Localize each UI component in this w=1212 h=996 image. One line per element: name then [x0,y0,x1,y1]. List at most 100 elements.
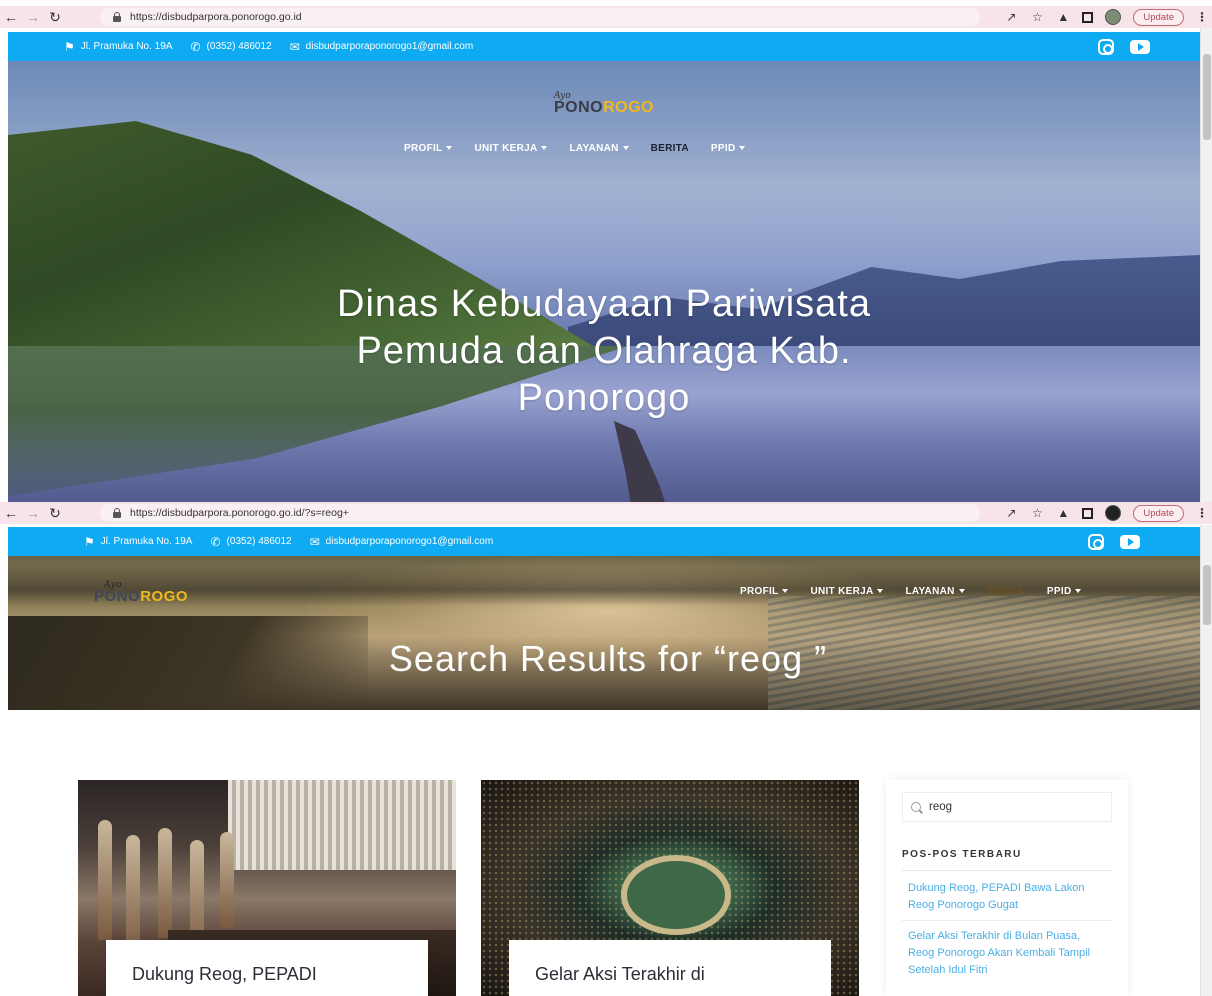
nav-ppid-label: PPID [1046,586,1072,597]
recent-post-link[interactable]: Dukung Reog, PEPADI Bawa Lakon Reog Pono… [908,880,1094,914]
address-bar[interactable]: https://disbudparpora.ponorogo.go.id [100,8,980,26]
nav-unit-kerja[interactable]: UNIT KERJA [810,586,884,597]
hero-title-line3: Ponorogo [517,377,691,419]
logo-wordmark: PONOROGO [548,99,660,117]
phone-item: ✆ (0352) 486012 [190,40,271,54]
puppet-decoration [220,832,234,928]
lock-icon [112,12,122,22]
hero-home: Ayo PONOROGO PROFIL UNIT KERJA LAYANAN B… [8,61,1200,504]
search-input[interactable] [929,801,1099,813]
instagram-icon[interactable] [1098,38,1114,55]
instagram-icon[interactable] [1088,533,1104,550]
phone-icon: ✆ [190,39,201,54]
logo-part1: PONO [553,99,604,116]
caret-down-icon [446,146,453,151]
address-item: ⚑ Jl. Pramuka No. 19A [64,40,172,54]
url-text: https://disbudparpora.ponorogo.go.id [130,11,302,23]
nav-ppid[interactable]: PPID [1047,586,1082,597]
post-card[interactable]: Gelar Aksi Terakhir di [481,780,859,996]
forward-icon[interactable]: → [22,6,44,28]
url-text: https://disbudparpora.ponorogo.go.id/?s=… [130,507,349,519]
nav-unit-kerja-label: UNIT KERJA [810,586,874,597]
logo-part2: ROGO [140,588,189,605]
social-links [1098,38,1150,55]
profile-avatar-icon[interactable] [1105,9,1122,25]
address-bar[interactable]: https://disbudparpora.ponorogo.go.id/?s=… [100,504,980,522]
nav-berita[interactable]: BERITA [651,143,689,154]
extensions-icon[interactable]: ▲ [1056,10,1070,24]
contact-topbar: ⚑ Jl. Pramuka No. 19A ✆ (0352) 486012 ✉ … [8,527,1200,556]
nav-ppid[interactable]: PPID [711,143,746,154]
nav-unit-kerja[interactable]: UNIT KERJA [474,143,548,154]
logo-part2: ROGO [603,99,654,116]
post-title[interactable]: Gelar Aksi Terakhir di [509,940,831,996]
sidebar: POS-POS TERBARU Dukung Reog, PEPADI Bawa… [886,780,1128,996]
update-button[interactable]: Update [1133,504,1184,522]
address-item: ⚑ Jl. Pramuka No. 19A [84,535,192,549]
recent-posts-heading: POS-POS TERBARU [902,849,1022,860]
nav-profil-label: PROFIL [740,586,779,597]
recent-post-link[interactable]: Gelar Aksi Terakhir di Bulan Puasa, Reog… [908,928,1094,979]
nav-unit-kerja-label: UNIT KERJA [474,143,538,154]
share-icon[interactable]: ↗ [1004,10,1018,24]
flag-icon: ⚑ [84,534,95,549]
update-button[interactable]: Update [1133,8,1184,26]
back-icon[interactable]: ← [0,6,22,28]
share-icon[interactable]: ↗ [1004,506,1018,520]
nav-ppid-label: PPID [710,143,736,154]
scrollbar-top[interactable] [1200,28,1212,504]
reload-icon[interactable]: ↻ [44,502,66,524]
nav-berita[interactable]: BERITA [987,586,1025,597]
post-title[interactable]: Dukung Reog, PEPADI [106,940,428,996]
puppet-decoration [158,828,172,938]
search-icon [911,802,921,812]
search-results-title: Search Results for “reog ” [388,638,828,679]
caret-down-icon [877,589,884,594]
star-icon[interactable]: ☆ [1030,10,1044,24]
site-logo[interactable]: Ayo PONOROGO [548,91,660,121]
caret-down-icon [782,589,789,594]
reload-icon[interactable]: ↻ [44,6,66,28]
youtube-icon[interactable] [1120,534,1140,549]
envelope-icon: ✉ [289,39,300,54]
youtube-icon[interactable] [1130,39,1150,54]
hero-title-line2: Pemuda dan Olahraga Kab. [356,330,852,372]
email-link[interactable]: ✉ disbudparporaponorogo1@gmail.com [290,40,474,54]
scrollbar-bottom[interactable] [1200,525,1212,996]
post-card[interactable]: Dukung Reog, PEPADI [78,780,456,996]
browser-toolbar-bottom: ← → ↻ https://disbudparpora.ponorogo.go.… [0,502,1212,524]
nav-profil[interactable]: PROFIL [740,586,789,597]
back-icon[interactable]: ← [0,502,22,524]
nav-berita-label: BERITA [986,586,1025,597]
extensions-icon[interactable]: ▲ [1056,506,1070,520]
main-nav-search: PROFIL UNIT KERJA LAYANAN BERITA PPID [740,586,1082,597]
scrollbar-thumb[interactable] [1203,565,1211,625]
scrollbar-thumb[interactable] [1203,54,1211,140]
sidepanel-icon[interactable] [1082,507,1094,519]
forward-icon[interactable]: → [22,502,44,524]
nav-layanan[interactable]: LAYANAN [569,143,629,154]
caret-down-icon [541,146,548,151]
nav-profil-label: PROFIL [404,143,443,154]
site-logo[interactable]: Ayo PONOROGO [94,580,189,605]
social-links [1088,533,1140,550]
nav-layanan[interactable]: LAYANAN [905,586,965,597]
sidepanel-icon[interactable] [1082,11,1094,23]
email-link[interactable]: ✉ disbudparporaponorogo1@gmail.com [310,535,494,549]
hero-search: Ayo PONOROGO PROFIL UNIT KERJA LAYANAN B… [8,556,1200,710]
phone-text: (0352) 486012 [206,41,272,52]
nav-profil[interactable]: PROFIL [404,143,453,154]
logo-script: Ayo [104,580,123,590]
menu-kebab-icon[interactable]: ⋮ [1196,10,1208,24]
address-text: Jl. Pramuka No. 19A [100,536,193,547]
caret-down-icon [1075,589,1082,594]
caret-down-icon [622,146,629,151]
star-icon[interactable]: ☆ [1030,506,1044,520]
menu-kebab-icon[interactable]: ⋮ [1196,506,1208,520]
sidebar-search[interactable] [902,792,1112,822]
puppet-decoration [98,820,112,940]
nav-layanan-label: LAYANAN [569,143,619,154]
caret-down-icon [958,589,965,594]
divider [902,920,1112,921]
profile-avatar-icon[interactable] [1105,505,1122,521]
